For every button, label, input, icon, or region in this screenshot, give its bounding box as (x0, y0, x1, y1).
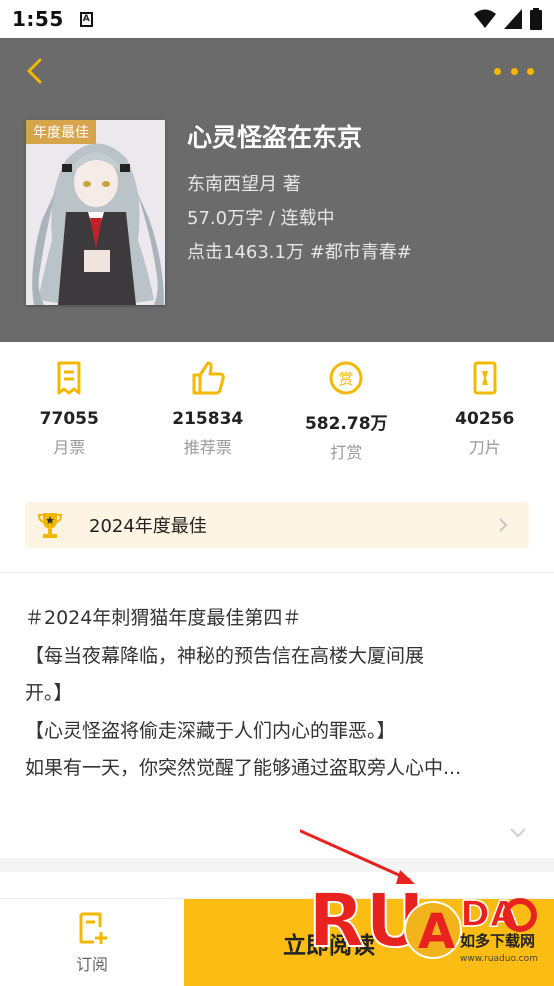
more-dot (510, 67, 518, 75)
stat-blade[interactable]: 40256 刀片 (416, 360, 554, 470)
divider (0, 572, 554, 573)
cover-illustration (26, 120, 165, 305)
description-line: ＃2024年刺猬猫年度最佳第四＃ (25, 607, 302, 629)
book-cover[interactable]: 年度最佳 (26, 120, 165, 305)
ticket-icon (57, 361, 81, 395)
award-bar[interactable]: 2024年度最佳 (25, 502, 529, 548)
reward-coin-icon: 赏 (329, 361, 363, 395)
stat-value: 215834 (172, 409, 244, 429)
description-line: 如果有一天，你突然觉醒了能够通过盗取旁人心中... (25, 757, 462, 779)
read-now-label: 立即阅读 (283, 933, 375, 959)
back-button[interactable] (20, 56, 50, 86)
award-label: 2024年度最佳 (89, 516, 207, 537)
book-word-count: 57.0万字 / 连载中 (187, 208, 335, 229)
notification-icon: A (79, 11, 93, 27)
more-dots-icon (494, 67, 501, 75)
battery-icon (530, 8, 542, 30)
book-title: 心灵怪盗在东京 (187, 123, 363, 152)
subscribe-label: 订阅 (75, 955, 108, 974)
stat-label: 打赏 (330, 443, 363, 462)
signal-icon (504, 9, 522, 29)
back-arrow-icon (27, 58, 42, 84)
stat-reward[interactable]: 赏 582.78万 打赏 (277, 360, 416, 470)
trophy-icon (37, 513, 63, 538)
status-bar: 1:55 A (0, 0, 554, 38)
blade-icon (473, 361, 497, 395)
svg-text:赏: 赏 (339, 370, 354, 388)
description-line: 开。】 (25, 682, 73, 704)
read-now-button[interactable]: 立即阅读 (184, 899, 554, 986)
more-button[interactable] (494, 58, 534, 84)
expand-chevron-icon[interactable] (508, 826, 528, 840)
stat-value: 40256 (455, 409, 515, 429)
stat-value: 582.78万 (304, 414, 388, 434)
stat-monthly-ticket[interactable]: 77055 月票 (0, 360, 139, 470)
description-line: 【每当夜幕降临，神秘的预告信在高楼大厦间展 (25, 644, 425, 667)
subscribe-icon (79, 912, 107, 944)
status-time: 1:55 (12, 7, 64, 31)
book-header: 年度最佳 心灵怪盗在东京 东南西望月 著 57.0万字 / 连载中 点击1463… (0, 38, 554, 342)
cover-badge: 年度最佳 (26, 120, 96, 144)
stat-label: 刀片 (468, 438, 501, 457)
bottom-bar: 订阅 立即阅读 (0, 898, 554, 986)
status-icons (474, 8, 542, 30)
thumbs-up-icon (192, 361, 225, 395)
stat-label: 推荐票 (183, 438, 232, 457)
stats-row: 77055 月票 215834 推荐票 赏 582.78万 打赏 40256 刀… (0, 360, 554, 470)
description-line: 【心灵怪盗将偷走深藏于人们内心的罪恶。】 (25, 719, 396, 742)
chevron-right-icon (499, 518, 508, 532)
wifi-icon (474, 9, 496, 28)
book-author[interactable]: 东南西望月 著 (187, 170, 301, 196)
stat-value: 77055 (39, 409, 99, 429)
more-dot (527, 67, 534, 75)
stat-recommend-ticket[interactable]: 215834 推荐票 (139, 360, 278, 470)
subscribe-button[interactable]: 订阅 (0, 899, 184, 986)
stat-label: 月票 (53, 438, 86, 457)
book-description: ＃2024年刺猬猫年度最佳第四＃ 【每当夜幕降临，神秘的预告信在高楼大厦间展 开… (25, 600, 535, 788)
book-clicks: 点击1463.1万 #都市青春# (187, 242, 412, 263)
section-separator (0, 858, 554, 872)
